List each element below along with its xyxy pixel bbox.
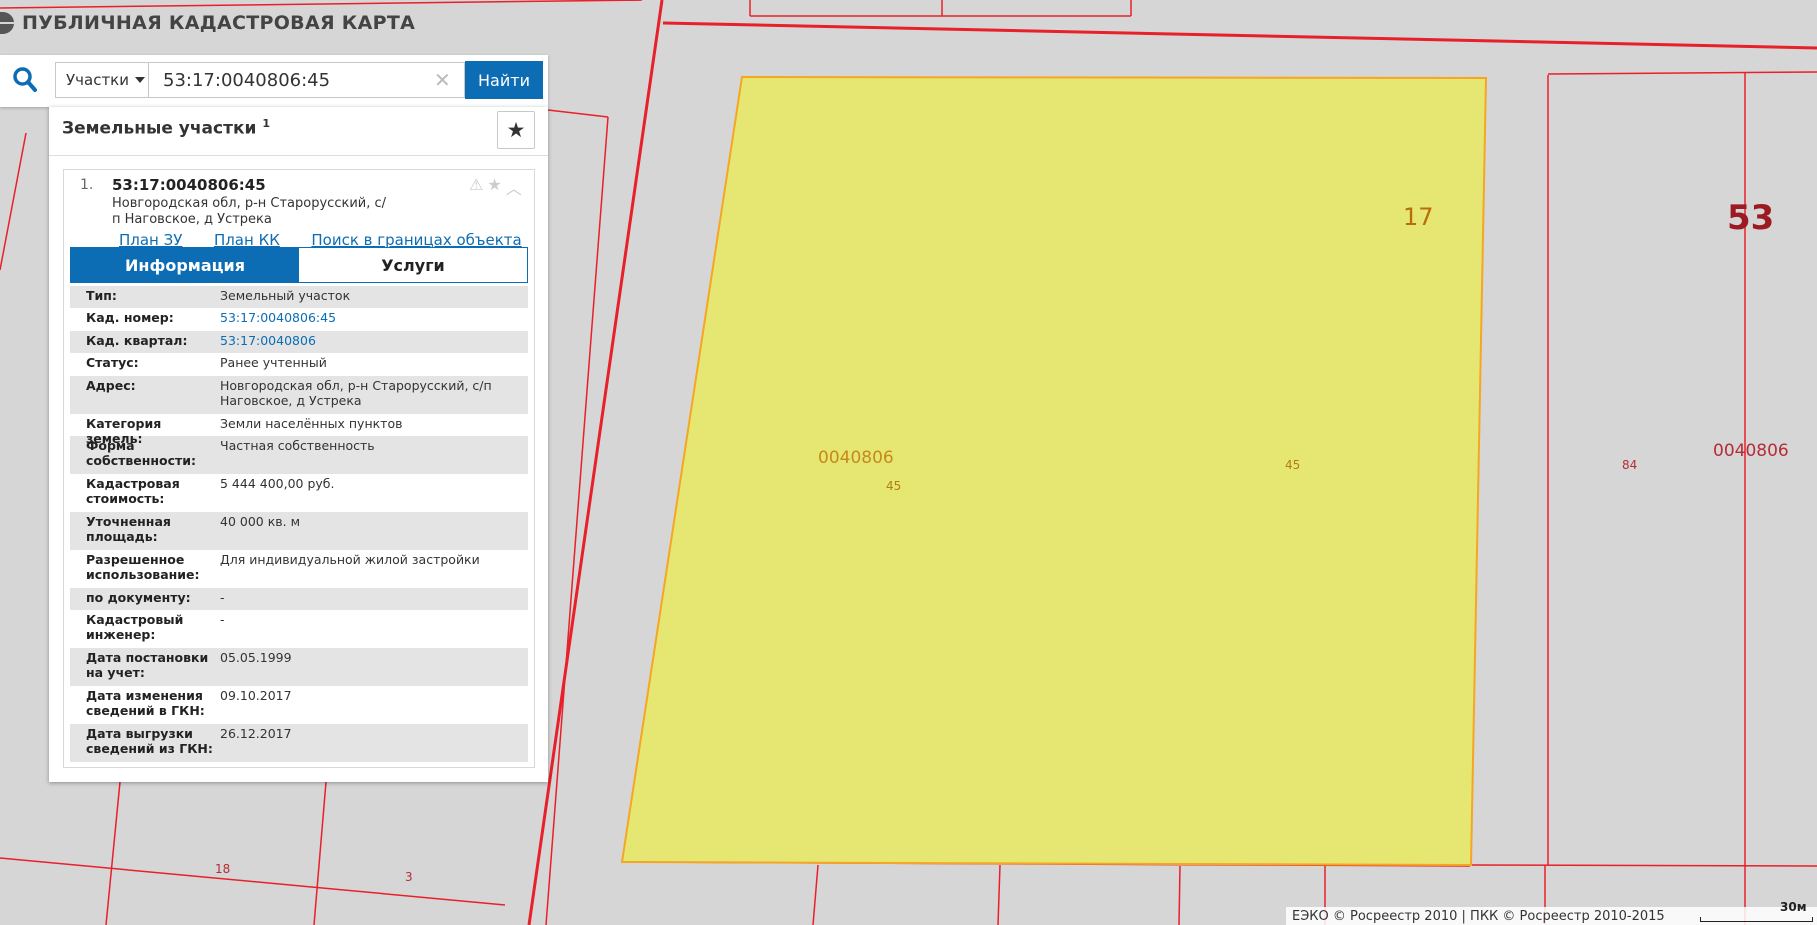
app-title: ПУБЛИЧНАЯ КАДАСТРОВАЯ КАРТА — [22, 12, 416, 34]
info-key: Статус: — [86, 355, 139, 370]
info-key: Категория земель: — [86, 416, 162, 446]
info-row: Кадастровый инженер: - — [70, 610, 528, 648]
result-tabs: Информация Услуги — [70, 247, 528, 283]
info-key: по документу: — [86, 590, 191, 605]
info-value: 40 000 кв. м — [220, 514, 301, 529]
search-type-select[interactable]: Участки — [55, 62, 149, 98]
info-row: Дата изменения сведений в ГКН: 09.10.2017 — [70, 686, 528, 724]
result-index: 1. — [80, 177, 94, 193]
map-label-parcel-18: 18 — [215, 862, 231, 876]
find-button[interactable]: Найти — [465, 61, 543, 99]
info-row: Кадастровая стоимость: 5 444 400,00 руб. — [70, 474, 528, 512]
map-label-parcel-45-left: 45 — [886, 479, 902, 493]
info-row: Разрешенное использование: Для индивидуал… — [70, 550, 528, 588]
warning-icon[interactable]: ⚠ — [469, 175, 483, 199]
info-row: по документу: - — [70, 588, 528, 610]
info-row: Дата постановки на учет: 05.05.1999 — [70, 648, 528, 686]
search-type-label: Участки — [66, 71, 129, 89]
map-label-parcel-84: 84 — [1622, 458, 1638, 472]
info-row: Категория земель: Земли населённых пункто… — [70, 414, 528, 446]
info-value: - — [220, 590, 225, 605]
chevron-down-icon — [135, 77, 145, 83]
info-value: Земельный участок — [220, 288, 351, 303]
info-key: Дата изменения сведений в ГКН: — [86, 688, 205, 718]
map-label-quarter-right: 0040806 — [1713, 441, 1789, 461]
info-key: Дата постановки на учет: — [86, 650, 209, 680]
info-value: 05.05.1999 — [220, 650, 292, 665]
result-actions: ⚠ ★ ︿ — [469, 175, 522, 199]
info-row: Дата выгрузки сведений из ГКН: 26.12.2017 — [70, 724, 528, 762]
panel-title: Земельные участки 1 — [62, 117, 270, 139]
info-value[interactable]: 53:17:0040806 — [220, 333, 528, 350]
map-attribution: ЕЭКО © Росреестр 2010 | ПКК © Росреестр … — [1286, 907, 1817, 925]
panel-header: Земельные участки 1 ★ — [49, 107, 548, 156]
globe-logo-icon — [0, 12, 14, 34]
info-value: Земли населённых пунктов — [220, 416, 403, 431]
info-key: Адрес: — [86, 378, 136, 393]
tab-info[interactable]: Информация — [71, 248, 299, 282]
info-row: Уточненная площадь: 40 000 кв. м — [70, 512, 528, 550]
info-table: Тип: Земельный участок Кад. номер: 53:17:00… — [70, 286, 528, 762]
result-address: Новгородская обл, р-н Старорусский, с/п … — [112, 196, 387, 227]
map-label-parcel-3: 3 — [405, 870, 413, 884]
app-header: ПУБЛИЧНАЯ КАДАСТРОВАЯ КАРТА — [0, 8, 415, 38]
star-icon[interactable]: ★ — [487, 175, 501, 199]
info-row: Кад. номер: 53:17:0040806:45 — [70, 308, 528, 331]
info-row: Тип: Земельный участок — [70, 286, 528, 308]
result-card: 1. 53:17:0040806:45 Новгородская обл, р-… — [63, 169, 535, 768]
info-key: Кад. номер: — [86, 310, 174, 325]
selected-parcel-shape[interactable] — [620, 75, 1488, 867]
info-value: - — [220, 612, 225, 627]
map-label-quarter-left: 0040806 — [818, 448, 894, 468]
info-key: Уточненная площадь: — [86, 514, 171, 544]
info-key: Кад. квартал: — [86, 333, 188, 348]
info-row: Адрес: Новгородская обл, р-н Старорусский… — [70, 376, 528, 414]
tab-services[interactable]: Услуги — [299, 248, 527, 282]
chevron-up-icon[interactable]: ︿ — [506, 175, 522, 199]
clear-icon[interactable]: ✕ — [434, 65, 451, 95]
result-cad-number[interactable]: 53:17:0040806:45 — [112, 176, 266, 194]
results-panel: Земельные участки 1 ★ 1. 53:17:0040806:4… — [49, 107, 548, 782]
info-row: Статус: Ранее учтенный — [70, 353, 528, 376]
info-key: Разрешенное использование: — [86, 552, 200, 582]
panel-title-text: Земельные участки — [62, 118, 257, 139]
favorites-button[interactable]: ★ — [497, 111, 535, 149]
info-value: 09.10.2017 — [220, 688, 292, 703]
map-label-parcel-45-center: 45 — [1285, 458, 1301, 472]
info-key: Форма собственности: — [86, 438, 197, 468]
search-bar: Участки ✕ Найти — [0, 55, 548, 107]
map-label-region-53: 53 — [1727, 198, 1775, 238]
info-key: Тип: — [86, 288, 117, 303]
info-key: Кадастровый инженер: — [86, 612, 184, 642]
info-value: Ранее учтенный — [220, 355, 327, 370]
info-value: 5 444 400,00 руб. — [220, 476, 335, 491]
info-value: Для индивидуальной жилой застройки — [220, 552, 480, 567]
info-key: Кадастровая стоимость: — [86, 476, 180, 506]
info-row: Кад. квартал: 53:17:0040806 — [70, 331, 528, 353]
search-icon[interactable] — [12, 66, 38, 94]
scale-bar — [1700, 917, 1813, 922]
info-value: Новгородская обл, р-н Старорусский, с/п … — [220, 378, 492, 408]
info-key: Дата выгрузки сведений из ГКН: — [86, 726, 213, 756]
info-row: Форма собственности: Частная собственност… — [70, 436, 528, 474]
map-label-quarter-17: 17 — [1403, 203, 1434, 231]
search-input[interactable] — [149, 62, 465, 98]
scale-label: 30м — [1780, 900, 1807, 914]
info-value: Частная собственность — [220, 438, 375, 453]
results-count: 1 — [262, 117, 270, 130]
info-value: 26.12.2017 — [220, 726, 292, 741]
info-value[interactable]: 53:17:0040806:45 — [220, 310, 528, 328]
star-icon: ★ — [506, 118, 526, 142]
